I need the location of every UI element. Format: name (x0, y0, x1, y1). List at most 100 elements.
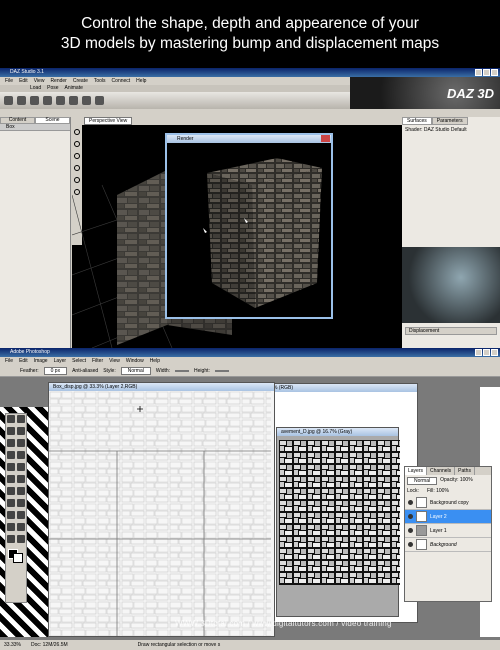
menu-render[interactable]: Render (50, 77, 66, 85)
menu-view[interactable]: View (34, 77, 45, 85)
brush-icon[interactable] (17, 451, 25, 459)
path-select-icon[interactable] (7, 499, 15, 507)
tab-content[interactable]: Content (0, 117, 35, 124)
save-icon[interactable] (30, 96, 39, 105)
color-swatches[interactable] (8, 549, 24, 563)
eyedropper-icon[interactable] (17, 523, 25, 531)
pen-icon[interactable] (7, 511, 15, 519)
headline-line-1: Control the shape, depth and appearence … (81, 15, 419, 32)
menu-help[interactable]: Help (150, 357, 160, 365)
tab-surfaces[interactable]: Surfaces (402, 117, 432, 125)
antialiased-checkbox[interactable]: Anti-aliased (72, 368, 98, 374)
minimize-icon[interactable] (475, 69, 482, 76)
status-zoom[interactable]: 33.33% (4, 642, 21, 648)
shape-icon[interactable] (17, 511, 25, 519)
doc-window-paving[interactable]: avement_D.jpg @ 16.7% (Gray) (276, 427, 400, 617)
box-3d-model[interactable] (117, 170, 167, 345)
menu-file[interactable]: File (5, 357, 13, 365)
eye-icon[interactable] (408, 542, 413, 547)
menu-connect[interactable]: Connect (112, 77, 131, 85)
layer-row[interactable]: Background (405, 538, 491, 552)
feather-field[interactable]: 0 px (43, 366, 68, 375)
width-field[interactable] (175, 369, 190, 372)
height-field[interactable] (214, 369, 229, 372)
gradient-icon[interactable] (17, 475, 25, 483)
fill-field[interactable]: Fill: 100% (427, 488, 449, 494)
tab-parameters[interactable]: Parameters (431, 117, 468, 125)
opacity-field[interactable]: Opacity: 100% (440, 477, 473, 485)
eye-icon[interactable] (408, 500, 413, 505)
displacement-section[interactable]: Displacement (405, 327, 497, 335)
open-icon[interactable] (17, 96, 26, 105)
style-select[interactable]: Normal (120, 366, 151, 375)
lasso-icon[interactable] (7, 427, 15, 435)
watermark-text: WWW.3Dtotal.com / www.digitaltutors.com … (175, 619, 392, 628)
layer-row-selected[interactable]: Layer 2 (405, 510, 491, 524)
height-label: Height: (194, 367, 210, 374)
menu-file[interactable]: File (5, 77, 13, 85)
tab-animate[interactable]: Animate (65, 85, 83, 92)
tab-load[interactable]: Load (30, 85, 41, 92)
close-icon[interactable] (321, 135, 330, 142)
menu-layer[interactable]: Layer (54, 357, 67, 365)
move-icon[interactable] (56, 96, 65, 105)
close-icon[interactable] (491, 69, 498, 76)
heal-icon[interactable] (7, 451, 15, 459)
feather-label: Feather: (20, 367, 39, 374)
tab-scene[interactable]: Scene (35, 117, 70, 124)
layer-row[interactable]: Layer 1 (405, 524, 491, 538)
move-icon[interactable] (17, 415, 25, 423)
tab-channels[interactable]: Channels (427, 467, 456, 475)
layer-name: Background (430, 541, 457, 548)
menu-image[interactable]: Image (34, 357, 48, 365)
crop-icon[interactable] (7, 439, 15, 447)
menu-filter[interactable]: Filter (92, 357, 103, 365)
ps-titlebar: Adobe Photoshop (0, 348, 500, 357)
tab-paths[interactable]: Paths (455, 467, 475, 475)
magic-wand-icon[interactable] (17, 427, 25, 435)
layer-row[interactable]: Background copy (405, 496, 491, 510)
menu-create[interactable]: Create (73, 77, 88, 85)
menu-view[interactable]: View (109, 357, 120, 365)
blend-mode-select[interactable]: Normal (407, 477, 438, 485)
eye-icon[interactable] (408, 514, 413, 519)
render-preview (203, 158, 322, 308)
scene-item-box[interactable]: Box (0, 124, 70, 131)
maximize-icon[interactable] (483, 69, 490, 76)
menu-edit[interactable]: Edit (19, 357, 28, 365)
maximize-icon[interactable] (483, 349, 490, 356)
close-icon[interactable] (491, 349, 498, 356)
menu-help[interactable]: Help (136, 77, 146, 85)
tab-layers[interactable]: Layers (405, 467, 428, 475)
type-icon[interactable] (17, 499, 25, 507)
hand-icon[interactable] (7, 535, 15, 543)
render-icon[interactable] (43, 96, 52, 105)
lock-label: Lock: (407, 488, 419, 494)
help-icon[interactable] (95, 96, 104, 105)
marquee-icon[interactable] (7, 415, 15, 423)
eye-icon[interactable] (408, 528, 413, 533)
menu-select[interactable]: Select (72, 357, 86, 365)
menu-edit[interactable]: Edit (19, 77, 28, 85)
paving-image (279, 440, 400, 585)
tab-pose[interactable]: Pose (47, 85, 58, 92)
menu-tools[interactable]: Tools (94, 77, 106, 85)
history-brush-icon[interactable] (17, 463, 25, 471)
ps-options-bar: Feather: 0 px Anti-aliased Style: Normal… (0, 365, 500, 377)
scale-icon[interactable] (82, 96, 91, 105)
dodge-icon[interactable] (17, 487, 25, 495)
notes-icon[interactable] (7, 523, 15, 531)
stamp-icon[interactable] (7, 463, 15, 471)
zoom-icon[interactable] (17, 535, 25, 543)
new-icon[interactable] (4, 96, 13, 105)
rotate-icon[interactable] (69, 96, 78, 105)
blur-icon[interactable] (7, 487, 15, 495)
slice-icon[interactable] (17, 439, 25, 447)
eraser-icon[interactable] (7, 475, 15, 483)
viewport-camera-select[interactable]: Perspective View (84, 117, 133, 125)
minimize-icon[interactable] (475, 349, 482, 356)
layer-thumbnail (416, 497, 427, 508)
ps-title: Adobe Photoshop (10, 349, 50, 355)
doc-window-box-disp[interactable]: Box_disp.jpg @ 33.3% (Layer 2,RGB) (48, 382, 275, 637)
menu-window[interactable]: Window (126, 357, 144, 365)
